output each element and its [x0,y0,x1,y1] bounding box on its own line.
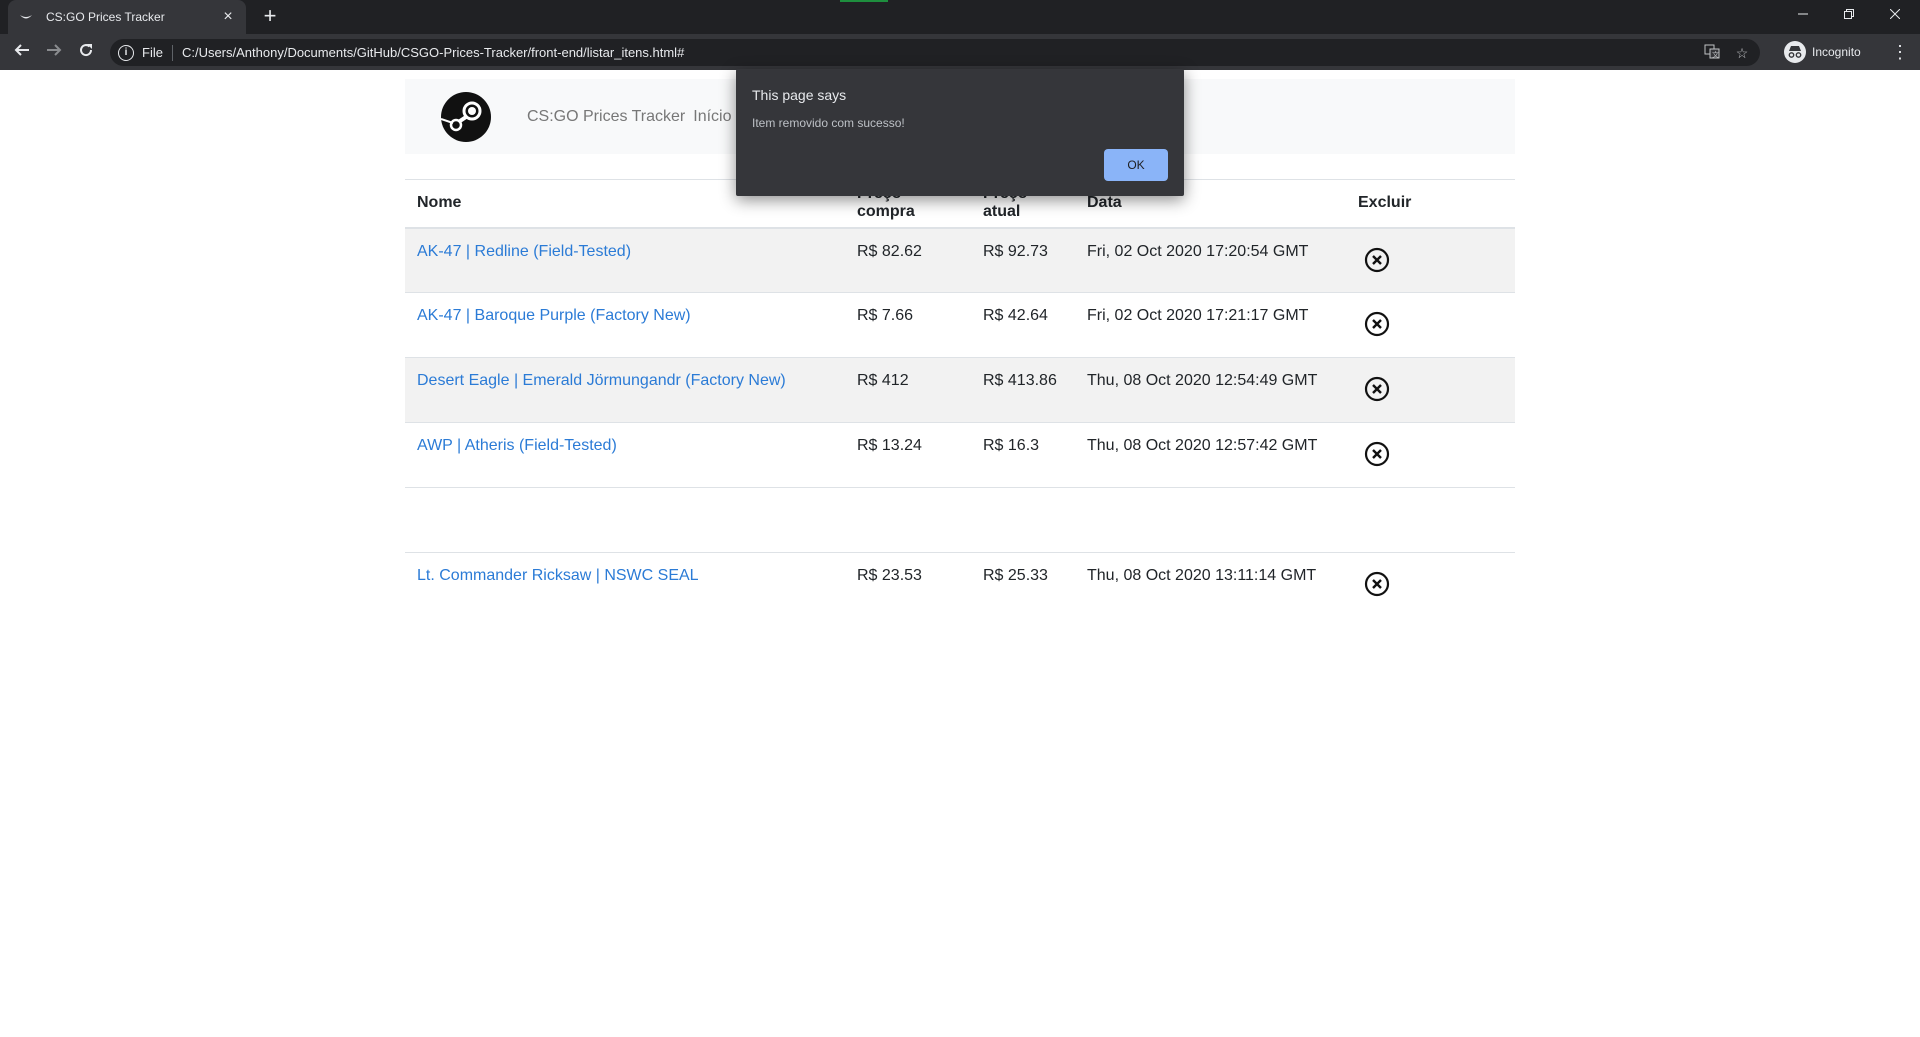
item-name-link[interactable]: AK-47 | Redline (Field-Tested) [417,243,631,260]
item-name-link[interactable]: Desert Eagle | Emerald Jörmungandr (Fact… [417,372,786,389]
reload-icon[interactable] [74,40,98,64]
navbar-brand[interactable]: CS:GO Prices Tracker [527,108,685,126]
tab-title: CS:GO Prices Tracker [46,10,165,24]
address-bar[interactable]: i File C:/Users/Anthony/Documents/GitHub… [110,39,1760,66]
delete-cell [1346,357,1515,423]
table-row: AK-47 | Baroque Purple (Factory New) R$ … [405,292,1515,358]
url-text[interactable]: C:/Users/Anthony/Documents/GitHub/CSGO-P… [182,45,684,60]
steam-logo-icon[interactable] [441,91,491,142]
table-row: Desert Eagle | Emerald Jörmungandr (Fact… [405,357,1515,423]
tab-close-icon[interactable]: × [220,9,236,25]
current-price-cell: R$ 25.33 [971,552,1075,618]
restore-icon[interactable] [1826,0,1872,28]
new-tab-button[interactable]: + [258,5,282,29]
dialog-message: Item removido com sucesso! [752,116,905,130]
date-cell: Thu, 08 Oct 2020 13:11:14 GMT [1075,552,1346,618]
item-name-link[interactable]: AK-47 | Baroque Purple (Factory New) [417,307,691,324]
current-price-cell: R$ 42.64 [971,292,1075,358]
steam-favicon-icon [18,9,34,25]
translate-icon[interactable]: 文 [1702,43,1722,63]
table-row: AK-47 | Redline (Field-Tested) R$ 82.62 … [405,227,1515,293]
tab-strip-indicator [840,0,888,2]
delete-circle-x-icon[interactable] [1364,311,1390,337]
delete-cell [1346,227,1515,293]
date-cell: Fri, 02 Oct 2020 17:20:54 GMT [1075,227,1346,293]
bookmark-star-icon[interactable]: ☆ [1732,43,1752,63]
scheme-label: File [142,45,163,60]
buy-price-cell: R$ 23.53 [845,552,971,618]
item-name-link[interactable]: Lt. Commander Ricksaw | NSWC SEAL [417,567,699,584]
omnibox-divider [171,44,173,61]
omnibox-actions: 文 ☆ [1702,43,1752,63]
date-cell: Thu, 08 Oct 2020 12:54:49 GMT [1075,357,1346,423]
item-name-link[interactable]: AWP | Atheris (Field-Tested) [417,437,617,454]
incognito-profile-button[interactable]: Incognito [1784,40,1861,64]
close-window-icon[interactable] [1872,0,1918,28]
incognito-icon [1784,41,1806,63]
delete-circle-x-icon[interactable] [1364,376,1390,402]
browser-toolbar: i File C:/Users/Anthony/Documents/GitHub… [0,34,1920,70]
current-price-cell: R$ 92.73 [971,227,1075,293]
dialog-ok-button[interactable]: OK [1104,149,1168,181]
svg-text:文: 文 [1712,50,1719,59]
buy-price-cell: R$ 412 [845,357,971,423]
buy-price-cell: R$ 82.62 [845,227,971,293]
empty-table-row [405,487,1515,553]
delete-cell [1346,422,1515,488]
table-row: AWP | Atheris (Field-Tested) R$ 13.24 R$… [405,422,1515,488]
delete-cell [1346,292,1515,358]
profile-label: Incognito [1812,45,1861,59]
delete-circle-x-icon[interactable] [1364,441,1390,467]
delete-circle-x-icon[interactable] [1364,247,1390,273]
date-cell: Thu, 08 Oct 2020 12:57:42 GMT [1075,422,1346,488]
minimize-icon[interactable] [1780,0,1826,28]
info-icon[interactable]: i [118,44,134,61]
nav-link-inicio[interactable]: Início [693,108,731,126]
buy-price-cell: R$ 7.66 [845,292,971,358]
delete-cell [1346,552,1515,618]
buy-price-cell: R$ 13.24 [845,422,971,488]
alert-dialog: This page says Item removido com sucesso… [736,69,1184,196]
browser-tab[interactable]: CS:GO Prices Tracker × [8,0,246,34]
header-excluir: Excluir [1346,179,1515,229]
forward-arrow-icon[interactable] [42,40,66,64]
back-arrow-icon[interactable] [10,40,34,64]
current-price-cell: R$ 413.86 [971,357,1075,423]
date-cell: Fri, 02 Oct 2020 17:21:17 GMT [1075,292,1346,358]
dialog-title: This page says [752,87,847,103]
table-row: Lt. Commander Ricksaw | NSWC SEAL R$ 23.… [405,552,1515,618]
browser-menu-icon[interactable]: ⋮ [1888,40,1912,64]
delete-circle-x-icon[interactable] [1364,571,1390,597]
items-table: Nome Preço compra Preço atual Data Exclu… [405,179,1515,618]
current-price-cell: R$ 16.3 [971,422,1075,488]
browser-tab-strip: CS:GO Prices Tracker × + [0,0,1920,34]
